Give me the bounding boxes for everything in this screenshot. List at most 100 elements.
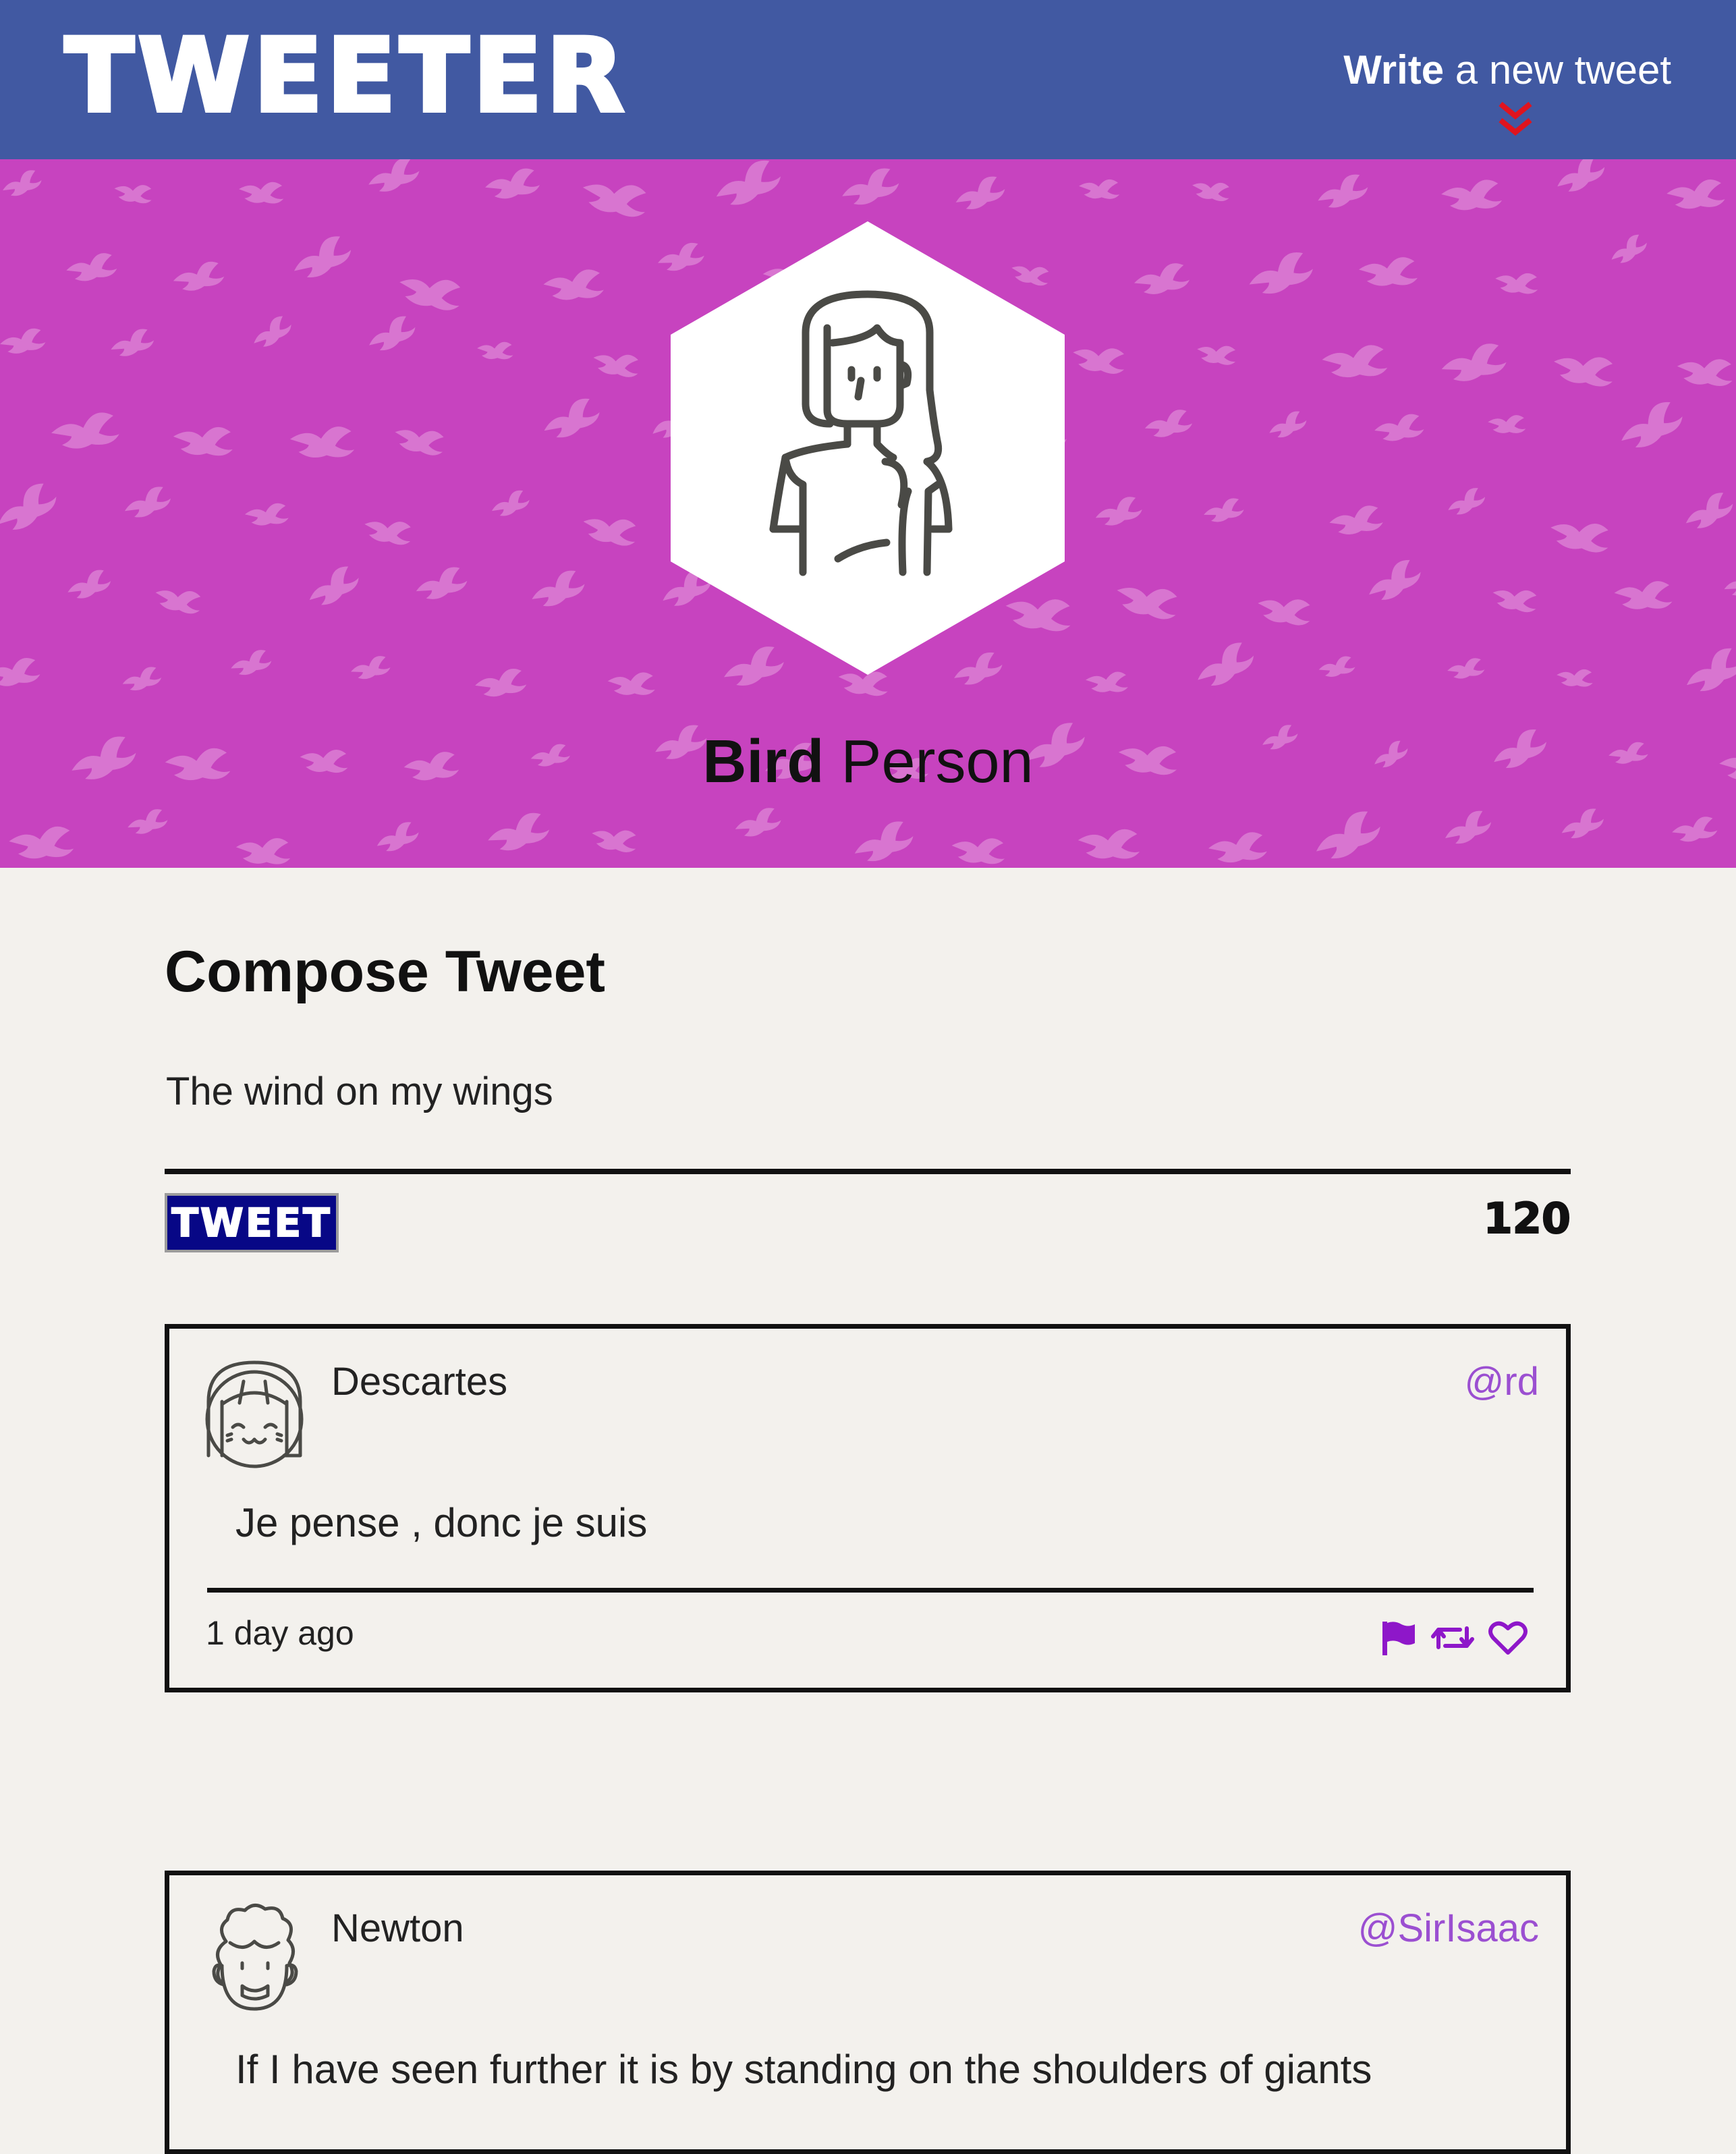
bird-pattern-shape <box>1073 348 1125 374</box>
bird-pattern-shape <box>1249 252 1313 294</box>
bird-pattern-shape <box>1488 415 1526 433</box>
bird-pattern-shape <box>1724 571 1736 596</box>
bird-pattern-shape <box>1198 642 1254 686</box>
flag-icon[interactable] <box>1380 1619 1418 1657</box>
bird-pattern-shape <box>0 483 57 530</box>
profile-first-name: Bird <box>702 728 824 796</box>
bird-pattern-shape <box>364 522 411 545</box>
compose-tweet-input[interactable] <box>166 1059 1569 1167</box>
tweet-author-name: Descartes <box>331 1360 508 1404</box>
bird-pattern-shape <box>1441 343 1507 381</box>
bird-pattern-shape <box>607 672 655 695</box>
top-navbar: TWEETER Write a new tweet <box>0 0 1736 159</box>
bird-pattern-shape <box>593 354 638 377</box>
write-link-bold: Write <box>1343 47 1445 92</box>
bird-pattern-shape <box>67 570 111 599</box>
bird-pattern-shape <box>1447 658 1485 679</box>
retweet-icon[interactable] <box>1430 1619 1475 1657</box>
bird-pattern-shape <box>1561 808 1604 839</box>
bird-pattern-shape <box>955 176 1005 209</box>
tweet-divider <box>207 1588 1534 1593</box>
bird-pattern-shape <box>1329 505 1383 534</box>
bird-pattern-shape <box>114 185 152 204</box>
bird-pattern-shape <box>1318 174 1368 208</box>
bird-pattern-shape <box>854 821 914 862</box>
bird-pattern-shape <box>1197 346 1236 365</box>
bird-pattern-shape <box>583 519 636 546</box>
bird-pattern-shape <box>1258 599 1310 626</box>
bird-pattern-shape <box>475 669 527 697</box>
write-new-tweet-link[interactable]: Write a new tweet <box>1343 46 1671 94</box>
bird-pattern-shape <box>1554 357 1613 387</box>
bird-pattern-shape <box>239 182 284 204</box>
compose-divider <box>165 1169 1571 1174</box>
compose-title: Compose Tweet <box>165 939 606 1004</box>
bird-pattern-shape <box>244 503 289 526</box>
write-link-text: a new tweet <box>1444 47 1671 92</box>
heart-icon[interactable] <box>1488 1619 1528 1657</box>
bird-pattern-shape <box>1192 182 1229 202</box>
bird-pattern-shape <box>1204 498 1244 522</box>
bird-pattern-shape <box>1445 810 1492 844</box>
profile-name: Bird Person <box>0 725 1736 799</box>
bird-pattern-shape <box>1269 411 1307 438</box>
tweet-timestamp: 1 day ago <box>206 1614 354 1652</box>
bird-pattern-shape <box>399 279 461 310</box>
bird-pattern-shape <box>0 658 40 686</box>
bird-pattern-shape <box>231 650 272 675</box>
bird-pattern-shape <box>3 170 42 196</box>
profile-header: Bird Person <box>0 159 1736 868</box>
bird-pattern-shape <box>254 316 291 347</box>
bird-pattern-shape <box>1095 497 1142 526</box>
bird-pattern-shape <box>1667 180 1725 209</box>
bird-pattern-shape <box>9 826 74 859</box>
brand-logo[interactable]: TWEETER <box>63 17 628 136</box>
tweet-card: Newton @SirIsaac If I have seen further … <box>165 1871 1571 2154</box>
bird-pattern-shape <box>1677 359 1733 386</box>
bird-pattern-shape <box>543 269 604 300</box>
profile-avatar <box>671 221 1065 675</box>
bird-pattern-shape <box>1686 648 1736 692</box>
bird-pattern-shape <box>1621 402 1683 447</box>
bird-pattern-shape <box>235 838 291 864</box>
tweet-text: If I have seen further it is by standing… <box>235 2047 1372 2092</box>
bird-pattern-shape <box>294 236 352 278</box>
bird-pattern-shape <box>416 567 468 599</box>
bird-pattern-shape <box>309 566 359 605</box>
bird-pattern-shape <box>1672 817 1718 842</box>
bird-pattern-shape <box>842 168 899 205</box>
tweet-author-handle[interactable]: @rd <box>1465 1358 1539 1406</box>
bird-pattern-shape <box>1316 811 1380 859</box>
user-avatar <box>205 1360 304 1468</box>
bird-pattern-shape <box>1448 488 1486 515</box>
bird-pattern-shape <box>1557 159 1605 192</box>
chevron-double-down-icon[interactable] <box>1495 100 1536 138</box>
bird-pattern-shape <box>1685 493 1733 528</box>
tweet-actions <box>1370 1619 1528 1659</box>
bird-pattern-shape <box>1733 393 1736 437</box>
tweet-author-name: Newton <box>331 1906 464 1950</box>
bird-pattern-shape <box>1611 234 1647 263</box>
bird-pattern-shape <box>1117 587 1177 619</box>
bird-pattern-shape <box>544 398 600 438</box>
bird-pattern-shape <box>1208 832 1267 863</box>
bird-pattern-shape <box>1550 524 1608 553</box>
bird-pattern-shape <box>1374 414 1424 441</box>
bird-pattern-shape <box>1318 656 1355 677</box>
tweet-author-handle[interactable]: @SirIsaac <box>1358 1905 1539 1952</box>
bird-pattern-shape <box>1133 263 1190 294</box>
bird-pattern-shape <box>951 838 1005 864</box>
user-avatar <box>212 1904 298 2011</box>
bird-pattern-shape <box>351 656 391 680</box>
bird-pattern-shape <box>173 261 225 291</box>
character-counter: 120 <box>1483 1193 1571 1244</box>
tweet-submit-button[interactable]: TWEET <box>165 1193 339 1252</box>
bird-pattern-shape <box>735 808 781 837</box>
bird-pattern-shape <box>1557 669 1593 687</box>
bird-pattern-shape <box>289 426 355 458</box>
bird-pattern-shape <box>1079 179 1120 199</box>
bird-pattern-shape <box>592 830 636 853</box>
bird-pattern-shape <box>51 412 119 449</box>
bird-pattern-shape <box>369 316 416 351</box>
bird-pattern-shape <box>1492 590 1537 613</box>
